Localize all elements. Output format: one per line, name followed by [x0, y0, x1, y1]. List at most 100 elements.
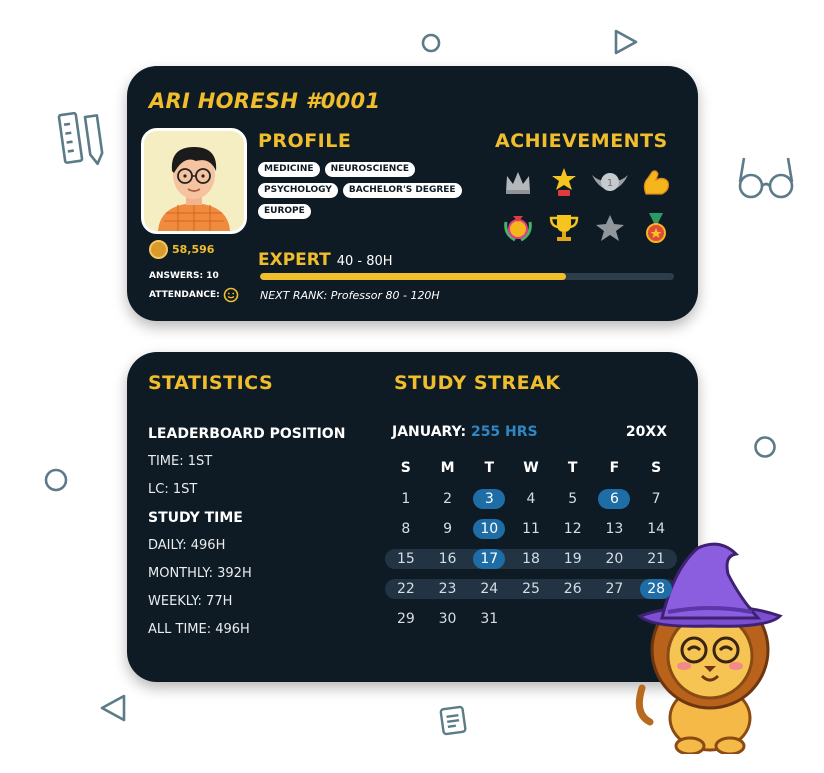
study-streak-title: STUDY STREAK: [394, 372, 561, 394]
svg-text:1: 1: [607, 178, 613, 189]
study-time-monthly: MONTHLY: 392H: [148, 566, 252, 581]
coin-icon: [149, 240, 168, 259]
calendar-day[interactable]: 6: [594, 491, 636, 507]
calendar-day[interactable]: 18: [510, 551, 552, 567]
weekday-label: T: [567, 460, 578, 476]
calendar-month-row: JANUARY: 255 HRS 20XX: [392, 424, 667, 440]
calendar-day[interactable]: 17: [468, 551, 510, 567]
calendar-day[interactable]: 21: [635, 551, 677, 567]
tag-chip: PSYCHOLOGY: [258, 183, 338, 198]
smiley-icon: [223, 287, 239, 303]
calendar-day[interactable]: 31: [468, 611, 510, 627]
circle-outline-icon: [754, 436, 776, 458]
crown-icon: [495, 164, 541, 200]
calendar-day[interactable]: 19: [552, 551, 594, 567]
calendar-day[interactable]: 24: [468, 581, 510, 597]
tag-chip: MEDICINE: [258, 162, 320, 177]
play-triangle-icon: [614, 29, 638, 55]
calendar-day[interactable]: 11: [510, 521, 552, 537]
calendar-day[interactable]: 26: [552, 581, 594, 597]
weekday-label: M: [440, 460, 455, 476]
tag-chip: BACHELOR'S DEGREE: [342, 183, 462, 198]
calendar-day[interactable]: 10: [468, 521, 510, 537]
calendar-day[interactable]: 9: [427, 521, 469, 537]
profile-tags: MEDICINE NEUROSCIENCE PSYCHOLOGY BACHELO…: [258, 162, 488, 219]
calendar-day[interactable]: 2: [427, 491, 469, 507]
calendar-day[interactable]: 7: [635, 491, 677, 507]
ruler-pencil-icon: [57, 111, 104, 166]
user-name: ARI HORESH #0001: [149, 89, 381, 113]
calendar-year: 20XX: [625, 424, 667, 440]
flexed-arm-icon: [633, 164, 679, 200]
calendar-day[interactable]: 20: [594, 551, 636, 567]
weekday-label: T: [484, 460, 495, 476]
rank-range: 40 - 80H: [336, 254, 393, 269]
stats-card: STATISTICS STUDY STREAK LEADERBOARD POSI…: [127, 352, 698, 682]
leaderboard-time: TIME: 1ST: [148, 454, 213, 469]
profile-card: ARI HORESH #0001 58,596 ANSWERS: 10 ATTE…: [127, 66, 698, 321]
tag-chip: EUROPE: [258, 204, 311, 219]
weekday-label: W: [523, 460, 539, 476]
rank-name: EXPERT: [258, 250, 331, 270]
answers-count: ANSWERS: 10: [149, 271, 219, 281]
calendar-day[interactable]: 25: [510, 581, 552, 597]
silver-star-icon: [587, 210, 633, 246]
calendar-week-row: 1234567: [385, 484, 677, 514]
leaderboard-heading: LEADERBOARD POSITION: [148, 426, 346, 442]
calendar-day[interactable]: 30: [427, 611, 469, 627]
calendar-month: JANUARY:: [392, 424, 467, 440]
calendar-day[interactable]: 14: [635, 521, 677, 537]
weekday-header-row: S M T W T F S: [385, 452, 677, 484]
laurel-medal-icon: [495, 210, 541, 246]
calendar-day[interactable]: 15: [385, 551, 427, 567]
calendar-day[interactable]: 22: [385, 581, 427, 597]
glasses-icon: [738, 157, 794, 199]
calendar-day[interactable]: 27: [594, 581, 636, 597]
calendar-day[interactable]: 8: [385, 521, 427, 537]
calendar-day[interactable]: 3: [468, 491, 510, 507]
rank-progress-bar: [260, 273, 674, 280]
winged-medal-icon: 1: [587, 164, 633, 200]
attendance-row: ATTENDANCE:: [149, 287, 239, 303]
study-time-heading: STUDY TIME: [148, 510, 243, 526]
statistics-list: LEADERBOARD POSITION TIME: 1ST LC: 1ST S…: [148, 424, 345, 648]
weekday-label: S: [400, 460, 411, 476]
study-time-weekly: WEEKLY: 77H: [148, 594, 233, 609]
calendar-day[interactable]: 5: [552, 491, 594, 507]
weekday-label: S: [651, 460, 662, 476]
lion-wizard-mascot: [635, 542, 783, 754]
calendar-day[interactable]: 13: [594, 521, 636, 537]
coin-count: 58,596: [172, 243, 215, 256]
statistics-title: STATISTICS: [148, 372, 274, 394]
calendar-day[interactable]: 29: [385, 611, 427, 627]
study-time-all-time: ALL TIME: 496H: [148, 622, 250, 637]
study-time-daily: DAILY: 496H: [148, 538, 226, 553]
achievements-grid: 1: [495, 164, 679, 246]
calendar-day[interactable]: 28: [635, 581, 677, 597]
calendar-day[interactable]: 12: [552, 521, 594, 537]
leaderboard-lc: LC: 1ST: [148, 482, 198, 497]
calendar-day[interactable]: 16: [427, 551, 469, 567]
calendar-day[interactable]: 4: [510, 491, 552, 507]
rank-progress-fill: [260, 273, 567, 280]
calendar-hours: 255 HRS: [470, 424, 538, 440]
coin-balance: 58,596: [149, 240, 214, 259]
rank-row: EXPERT 40 - 80H: [258, 250, 393, 270]
tag-chip: NEUROSCIENCE: [324, 162, 416, 177]
calendar-day[interactable]: 23: [427, 581, 469, 597]
achievements-title: ACHIEVEMENTS: [495, 130, 668, 152]
attendance-label: ATTENDANCE:: [149, 290, 220, 300]
avatar: [141, 128, 247, 234]
next-rank-text: NEXT RANK: Professor 80 - 120H: [260, 289, 440, 302]
circle-outline-icon: [421, 33, 441, 53]
star-trophy-icon: [541, 164, 587, 200]
circle-outline-icon: [44, 468, 68, 492]
weekday-label: F: [609, 460, 620, 476]
trophy-icon: [541, 210, 587, 246]
calendar-day[interactable]: 1: [385, 491, 427, 507]
avatar-illustration: [158, 147, 230, 231]
profile-section-title: PROFILE: [258, 130, 352, 152]
notepad-icon: [439, 705, 467, 736]
play-triangle-icon: [100, 694, 126, 722]
ribbon-medal-icon: [633, 210, 679, 246]
